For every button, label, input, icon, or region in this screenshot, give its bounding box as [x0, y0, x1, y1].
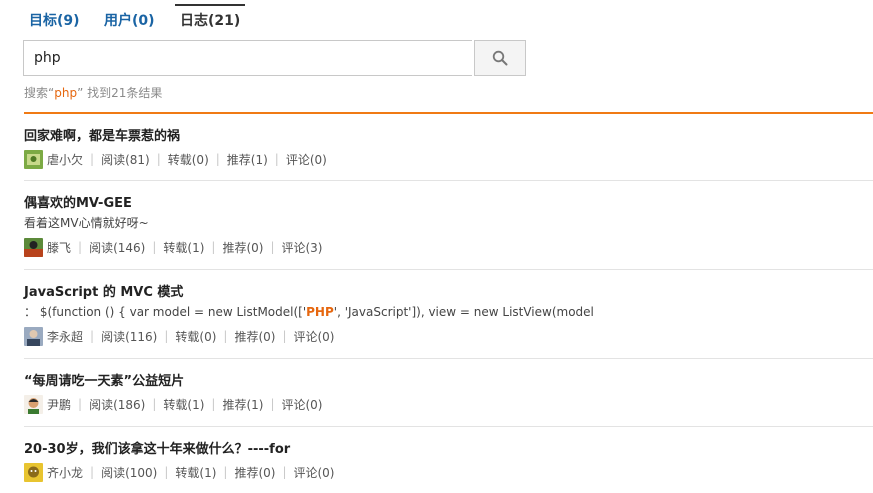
tab-bar: 目标(9) 用户(0) 日志(21) [0, 0, 873, 36]
recommend-count[interactable]: 推荐(1) [227, 151, 268, 168]
avatar[interactable] [24, 394, 43, 414]
result-meta: 滕飞 | 阅读(146) | 转载(1) | 推荐(0) | 评论(3) [24, 237, 322, 257]
keyword-highlight: PHP [306, 305, 334, 319]
author-link[interactable]: 滕飞 [47, 239, 71, 256]
tab-goals[interactable]: 目标(9) [29, 6, 80, 36]
search-results-page: 目标(9) 用户(0) 日志(21) 搜索“php” 找到21条结果 回家难啊，… [0, 0, 873, 488]
separator: | [274, 152, 279, 166]
comment-count[interactable]: 评论(0) [281, 396, 322, 413]
separator: | [90, 465, 95, 479]
search-icon [492, 50, 508, 66]
separator: | [156, 152, 161, 166]
search-box [23, 40, 526, 76]
repost-count[interactable]: 转载(0) [168, 151, 209, 168]
result-list: 回家难啊，都是车票惹的祸 虐小欠 | 阅读(81) | 转载(0) | 推荐(1… [24, 114, 873, 493]
separator: | [215, 152, 220, 166]
read-count[interactable]: 阅读(81) [101, 151, 150, 168]
list-item: JavaScript 的 MVC 模式 ： $(function () { va… [24, 270, 873, 359]
separator: | [78, 240, 83, 254]
tab-logs[interactable]: 日志(21) [175, 4, 246, 36]
comment-count[interactable]: 评论(3) [281, 239, 322, 256]
avatar[interactable] [24, 462, 43, 482]
separator: | [90, 329, 95, 343]
author-link[interactable]: 虐小欠 [47, 151, 83, 168]
recommend-count[interactable]: 推荐(0) [234, 328, 275, 345]
author-link[interactable]: 尹鹏 [47, 396, 71, 413]
result-title[interactable]: 回家难啊，都是车票惹的祸 [24, 125, 180, 144]
summary-keyword: php [54, 86, 78, 100]
read-count[interactable]: 阅读(100) [101, 464, 157, 481]
results-summary: 搜索“php” 找到21条结果 [24, 84, 162, 101]
avatar[interactable] [24, 237, 43, 257]
separator: | [90, 152, 95, 166]
result-meta: 尹鹏 | 阅读(186) | 转载(1) | 推荐(1) | 评论(0) [24, 394, 322, 414]
comment-count[interactable]: 评论(0) [286, 151, 327, 168]
result-title[interactable]: JavaScript 的 MVC 模式 [24, 281, 183, 300]
separator: | [211, 240, 216, 254]
result-title[interactable]: “每周请吃一天素”公益短片 [24, 370, 184, 389]
avatar[interactable] [24, 326, 43, 346]
result-title[interactable]: 偶喜欢的MV-GEE [24, 192, 132, 211]
summary-suffix: ” 找到21条结果 [77, 86, 163, 100]
result-meta: 齐小龙 | 阅读(100) | 转载(1) | 推荐(0) | 评论(0) [24, 462, 334, 482]
description-text: ', 'JavaScript']), view = new ListView(m… [333, 305, 594, 319]
recommend-count[interactable]: 推荐(0) [222, 239, 263, 256]
tab-users[interactable]: 用户(0) [104, 6, 155, 36]
repost-count[interactable]: 转载(1) [175, 464, 216, 481]
author-link[interactable]: 李永超 [47, 328, 83, 345]
separator: | [270, 397, 275, 411]
recommend-count[interactable]: 推荐(1) [222, 396, 263, 413]
result-description: 看着这MV心情就好呀~ [24, 216, 149, 230]
separator: | [152, 397, 157, 411]
result-title[interactable]: 20-30岁，我们该拿这十年来做什么？----for [24, 438, 290, 457]
separator: | [211, 397, 216, 411]
separator: | [282, 465, 287, 479]
list-item: 20-30岁，我们该拿这十年来做什么？----for 齐小龙 | 阅读(100)… [24, 427, 873, 493]
author-link[interactable]: 齐小龙 [47, 464, 83, 481]
list-item: “每周请吃一天素”公益短片 尹鹏 | 阅读(186) | 转载(1) | 推荐(… [24, 359, 873, 427]
repost-count[interactable]: 转载(0) [175, 328, 216, 345]
read-count[interactable]: 阅读(186) [89, 396, 145, 413]
summary-prefix: 搜索“ [24, 86, 55, 100]
read-count[interactable]: 阅读(116) [101, 328, 157, 345]
result-description: ： $(function () { var model = new ListMo… [24, 303, 594, 320]
result-meta: 李永超 | 阅读(116) | 转载(0) | 推荐(0) | 评论(0) [24, 326, 334, 346]
comment-count[interactable]: 评论(0) [293, 464, 334, 481]
result-meta: 虐小欠 | 阅读(81) | 转载(0) | 推荐(1) | 评论(0) [24, 149, 327, 169]
search-button[interactable] [474, 40, 526, 76]
separator: | [164, 465, 169, 479]
separator: | [223, 329, 228, 343]
list-item: 偶喜欢的MV-GEE 看着这MV心情就好呀~ 滕飞 | 阅读(146) | 转载… [24, 181, 873, 270]
separator: | [164, 329, 169, 343]
separator: | [223, 465, 228, 479]
list-item: 回家难啊，都是车票惹的祸 虐小欠 | 阅读(81) | 转载(0) | 推荐(1… [24, 114, 873, 181]
search-input[interactable] [23, 40, 472, 76]
avatar[interactable] [24, 149, 43, 169]
separator: | [152, 240, 157, 254]
description-text: ： $(function () { var model = new ListMo… [24, 305, 307, 319]
separator: | [282, 329, 287, 343]
comment-count[interactable]: 评论(0) [293, 328, 334, 345]
recommend-count[interactable]: 推荐(0) [234, 464, 275, 481]
separator: | [78, 397, 83, 411]
repost-count[interactable]: 转载(1) [163, 396, 204, 413]
repost-count[interactable]: 转载(1) [163, 239, 204, 256]
separator: | [270, 240, 275, 254]
read-count[interactable]: 阅读(146) [89, 239, 145, 256]
